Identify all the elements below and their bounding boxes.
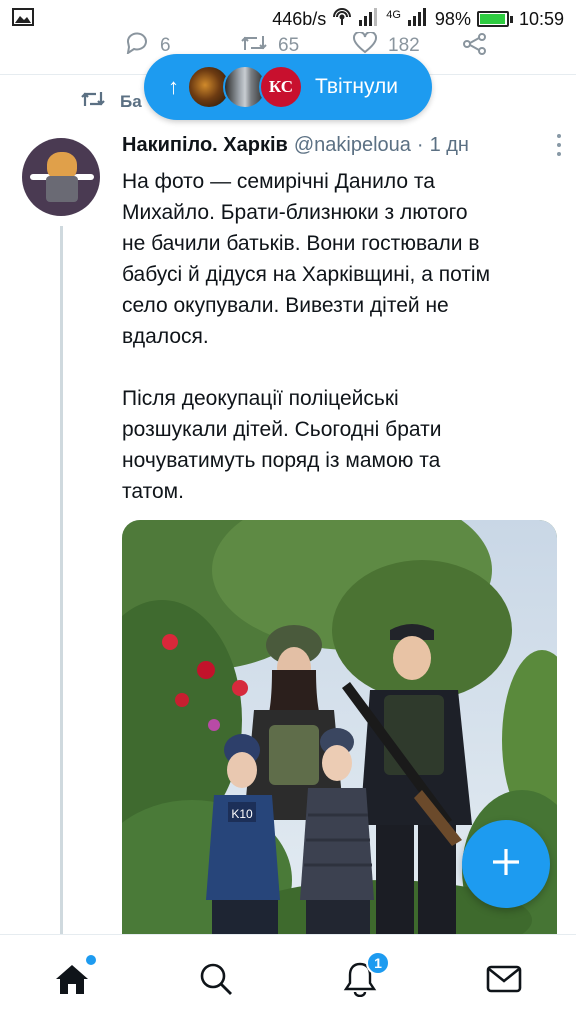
pill-label: Твітнули [315, 75, 398, 98]
author-avatar[interactable] [22, 138, 100, 216]
search-icon [199, 962, 233, 1001]
tweet-line: На фото — семирічні Данило та [122, 170, 435, 193]
thread-line [60, 226, 63, 936]
separator: · [416, 133, 424, 156]
nav-notifications[interactable]: 1 [338, 951, 390, 1003]
home-icon [54, 962, 90, 1001]
signal-icon [407, 7, 429, 31]
notifications-badge: 1 [366, 951, 390, 975]
retweeted-by-header[interactable]: Ба [80, 88, 142, 115]
bottom-nav: 1 [0, 934, 576, 1024]
tweet-line: село окупували. Вивезти дітей не [122, 294, 449, 317]
nav-home[interactable] [50, 955, 96, 1003]
clock: 10:59 [518, 8, 564, 29]
tweet-text: На фото — семирічні Данило та Михайло. Б… [122, 166, 562, 507]
jacket-text: K10 [231, 807, 253, 821]
retweet-icon [80, 88, 106, 115]
share-button[interactable] [462, 32, 488, 62]
tweet-line: Михайло. Брати-близнюки з лютого [122, 201, 468, 224]
compose-button[interactable] [462, 820, 550, 908]
tweet-time[interactable]: 1 дн [430, 134, 469, 157]
tweet-line: татом. [122, 480, 184, 503]
tweet-line: Після деокупації поліцейські [122, 387, 399, 410]
tweet-line: не бачили батьків. Вони гостювали в [122, 232, 480, 255]
nav-search[interactable] [194, 959, 238, 1003]
nav-messages[interactable] [482, 959, 526, 1003]
pill-avatars: КС [187, 65, 303, 109]
reply-count: 6 [160, 35, 171, 56]
tweet-header: Накипіло. Харків @nakipeloua · 1 дн [122, 130, 562, 160]
battery-percent: 98% [434, 8, 471, 29]
tweet-line: бабусі й дідуся на Харківщині, а потім [122, 263, 491, 286]
share-icon [462, 32, 488, 62]
unread-dot [86, 955, 96, 965]
signal-icon [358, 7, 380, 31]
image-icon [12, 7, 34, 31]
arrow-up-icon: ↑ [168, 74, 179, 99]
avatar: КС [259, 65, 303, 109]
network-type: 4G [386, 9, 401, 21]
messages-icon [486, 964, 522, 999]
wifi-icon [332, 7, 352, 32]
reply-icon [124, 32, 150, 60]
tweet-line: розшукали дітей. Сьогодні брати [122, 418, 442, 441]
compose-plus-icon [491, 847, 521, 882]
author-handle[interactable]: @nakipeloua [294, 134, 411, 157]
more-options-icon[interactable] [556, 134, 562, 156]
network-speed: 446b/s [272, 8, 327, 29]
tweet-line: ночуватимуть поряд із мамою та [122, 449, 441, 472]
retweeted-by-label: Ба [120, 91, 142, 111]
new-tweets-pill[interactable]: ↑ КС Твітнули [144, 54, 432, 120]
tweet-line: вдалося. [122, 325, 209, 348]
battery-icon [476, 11, 513, 27]
author-name[interactable]: Накипіло. Харків [122, 134, 288, 157]
